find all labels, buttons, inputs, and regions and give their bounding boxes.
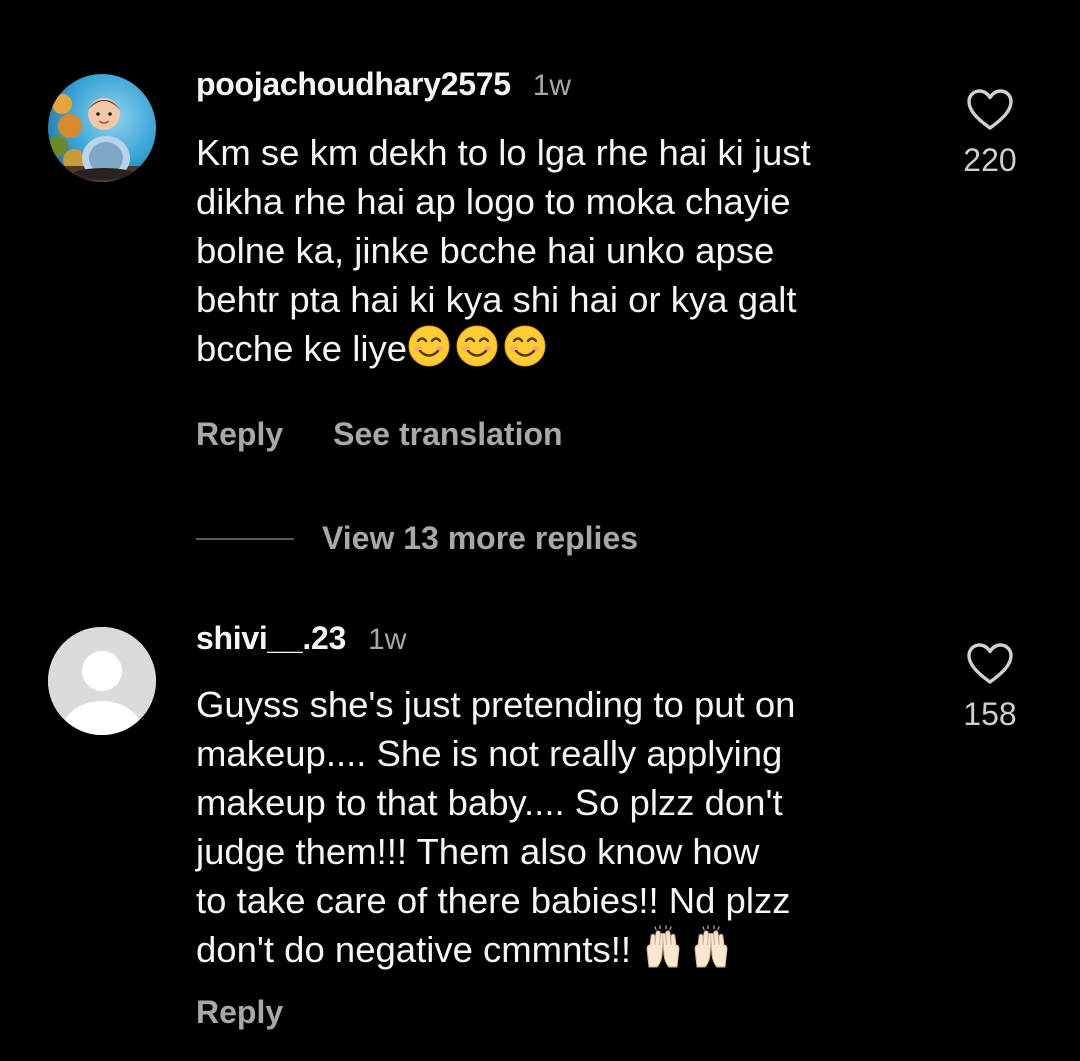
comment-text-line: to take care of there babies!! Nd plzz: [196, 880, 791, 921]
comment-header: shivi__.23 1w: [196, 620, 406, 657]
reply-button[interactable]: Reply: [196, 994, 283, 1031]
username[interactable]: poojachoudhary2575: [196, 66, 511, 103]
raising-hands-emoji: [646, 925, 680, 968]
smiling-face-emoji: [504, 325, 546, 367]
comment-header: poojachoudhary2575 1w: [196, 66, 571, 103]
comment-text-line-last: don't do negative cmmnts!!: [196, 925, 916, 974]
heart-outline-icon[interactable]: [966, 642, 1014, 686]
profile-photo: [48, 74, 156, 182]
comment-text-line: Guyss she's just pretending to put on: [196, 684, 796, 725]
smiling-face-emoji: [456, 325, 498, 367]
view-replies-label[interactable]: View 13 more replies: [322, 520, 638, 557]
username[interactable]: shivi__.23: [196, 620, 346, 657]
comment-text-line: don't do negative cmmnts!!: [196, 929, 642, 970]
comment-item: poojachoudhary2575 1w Km se km dekh to l…: [0, 0, 1080, 580]
smiling-face-emoji: [408, 325, 450, 367]
default-avatar-icon: [48, 627, 156, 735]
comment-text-line: makeup to that baby.... So plzz don't: [196, 782, 783, 823]
raising-hands-emoji: [694, 925, 728, 968]
like-count: 220: [963, 142, 1017, 178]
comment-text-line: bolne ka, jinke bcche hai unko apse: [196, 230, 775, 271]
reply-button[interactable]: Reply: [196, 416, 283, 453]
comment-text-line: bcche ke liye: [196, 328, 407, 369]
timestamp: 1w: [532, 69, 572, 102]
comment-text-line: dikha rhe hai ap logo to moka chayie: [196, 181, 791, 222]
heart-outline-icon[interactable]: [966, 88, 1014, 132]
like-control: 158: [940, 642, 1040, 733]
see-translation-button[interactable]: See translation: [333, 416, 562, 453]
comment-text-line: makeup.... She is not really applying: [196, 733, 783, 774]
comment-text-line: Km se km dekh to lo lga rhe hai ki just: [196, 132, 811, 173]
view-more-replies[interactable]: View 13 more replies: [196, 520, 638, 557]
comment-actions: Reply See translation: [196, 416, 613, 453]
comment-actions: Reply: [196, 994, 333, 1031]
comment-text: Km se km dekh to lo lga rhe hai ki just …: [196, 128, 916, 373]
like-control: 220: [940, 88, 1040, 179]
avatar[interactable]: [48, 627, 156, 735]
avatar[interactable]: [48, 74, 156, 182]
comment-text: Guyss she's just pretending to put on ma…: [196, 680, 916, 974]
comment-text-line: judge them!!! Them also know how: [196, 831, 760, 872]
like-count: 158: [963, 696, 1017, 732]
timestamp: 1w: [368, 623, 407, 656]
replies-divider-line: [196, 537, 294, 540]
comment-text-line-last: bcche ke liye: [196, 324, 916, 373]
comment-text-line: behtr pta hai ki kya shi hai or kya galt: [196, 279, 797, 320]
